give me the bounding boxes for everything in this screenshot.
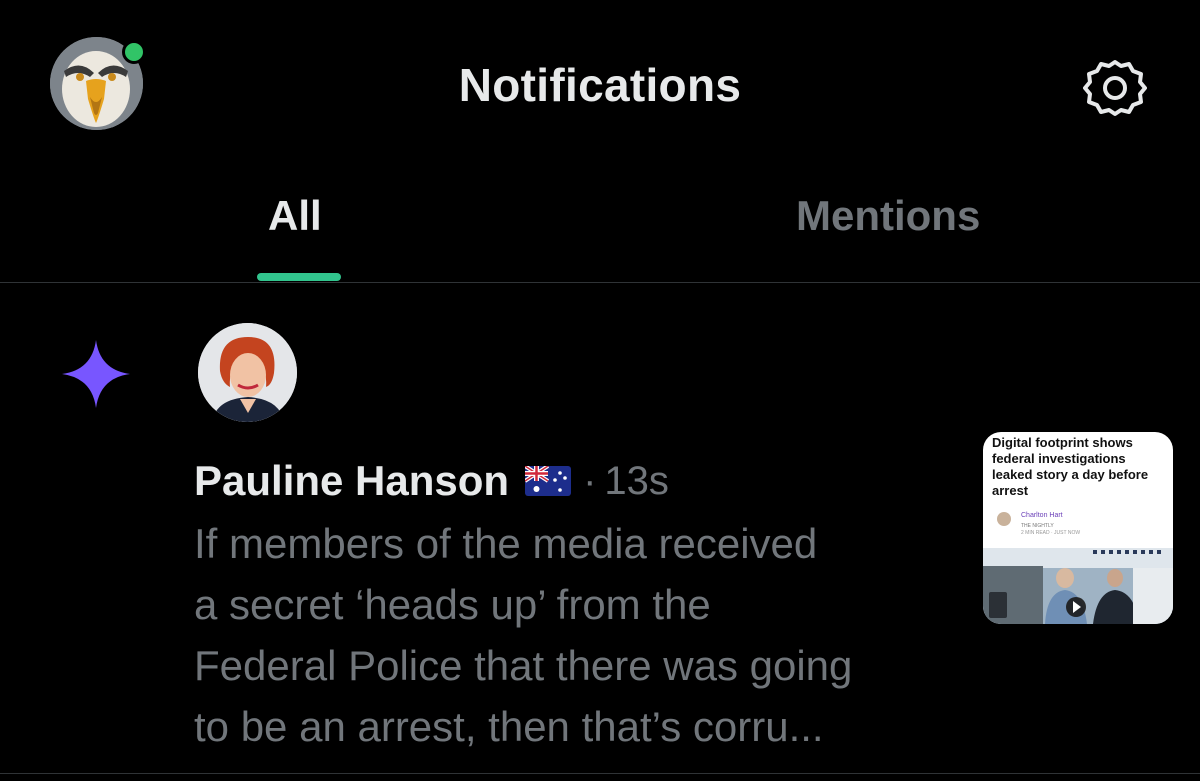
thumbnail-meta: 2 MIN READ · JUST NOW: [1021, 530, 1081, 536]
thumbnail-headline: Digital footprint shows federal investig…: [992, 435, 1149, 498]
australian-flag-icon: [523, 464, 572, 496]
gear-icon[interactable]: [1083, 56, 1147, 120]
tab-all[interactable]: All: [268, 192, 322, 240]
page-title: Notifications: [458, 59, 742, 111]
timestamp: 13s: [604, 458, 669, 503]
divider: [0, 282, 1200, 283]
text-line: a secret ‘heads up’ from the: [194, 581, 711, 628]
text-line: Federal Police that there was going: [194, 642, 853, 689]
thumbnail-author: Charlton Hart: [1021, 512, 1063, 519]
active-tab-indicator: [257, 273, 341, 281]
byline-avatar: [997, 512, 1011, 526]
tab-mentions[interactable]: Mentions: [796, 192, 980, 240]
notification-tabs: All Mentions: [0, 170, 1200, 282]
person-photo: [198, 323, 297, 422]
author-avatar[interactable]: [198, 323, 297, 422]
notification-text: If members of the media received a secre…: [194, 513, 954, 757]
link-preview-thumbnail[interactable]: Digital footprint shows federal investig…: [983, 432, 1173, 624]
text-line: If members of the media received: [194, 520, 818, 567]
notification-header: Pauline Hanson · 13s: [194, 455, 669, 507]
sparkle-icon: [60, 338, 132, 410]
divider: [0, 773, 1200, 774]
thumbnail-publication: THE NIGHTLY: [1021, 523, 1054, 529]
thumbnail-photo: [983, 548, 1173, 624]
author-name[interactable]: Pauline Hanson: [194, 457, 509, 505]
text-line: to be an arrest, then that’s corru...: [194, 703, 824, 750]
top-bar: Notifications: [0, 0, 1200, 170]
separator: ·: [583, 458, 597, 503]
